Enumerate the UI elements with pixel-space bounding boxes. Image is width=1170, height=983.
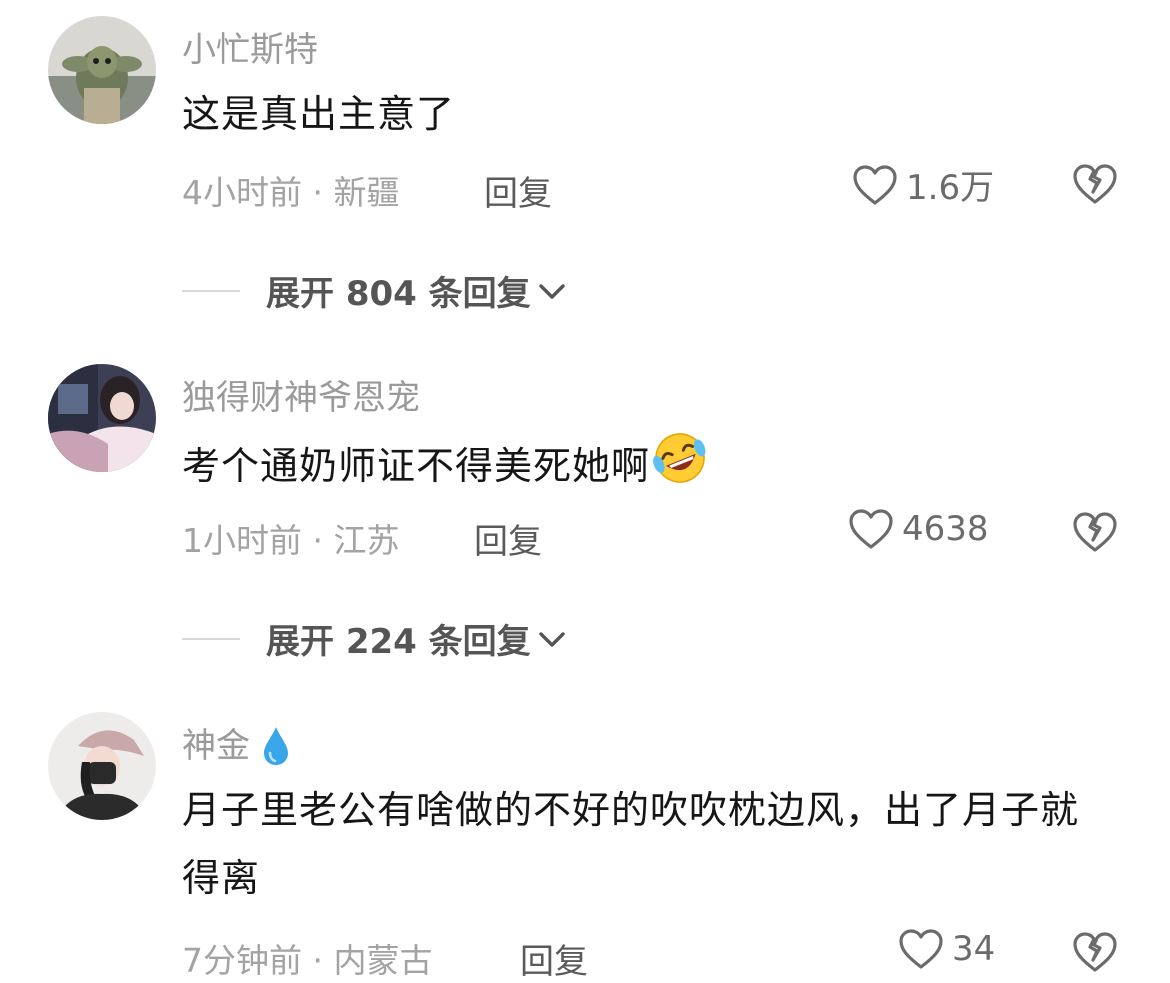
heart-outline-icon — [853, 164, 897, 205]
chevron-down-icon — [538, 631, 565, 647]
divider — [182, 289, 240, 292]
username[interactable]: 神金 — [182, 718, 291, 770]
comment-meta: 1小时前 · 江苏 — [182, 521, 400, 560]
avatar[interactable] — [48, 364, 156, 472]
like-count: 4638 — [902, 509, 989, 549]
divider — [182, 637, 240, 640]
comment-text: 月子里老公有啥做的不好的吹吹枕边风，出了月子就得离 — [182, 788, 1080, 900]
comment-text: 考个通奶师证不得美死她啊 — [182, 430, 1122, 507]
dislike-button[interactable] — [1072, 162, 1118, 208]
reply-button[interactable]: 回复 — [520, 934, 588, 983]
broken-heart-icon — [1073, 932, 1117, 972]
droplet-emoji — [261, 725, 291, 770]
username[interactable]: 独得财神爷恩宠 — [182, 370, 420, 419]
expand-replies-button[interactable]: 展开 224 条回复 — [182, 614, 567, 663]
heart-outline-icon — [849, 509, 893, 549]
dislike-button[interactable] — [1072, 510, 1118, 556]
dislike-button[interactable] — [1072, 930, 1118, 976]
heart-outline-icon — [899, 929, 943, 969]
like-button[interactable]: 4638 — [848, 508, 989, 550]
expand-replies-label: 展开 804 条回复 — [266, 274, 531, 314]
reply-button[interactable]: 回复 — [484, 166, 552, 215]
like-count: 34 — [952, 929, 996, 969]
username[interactable]: 小忙斯特 — [182, 22, 318, 71]
like-count: 1.6万 — [906, 168, 995, 208]
broken-heart-icon — [1073, 512, 1117, 552]
comment-text-body: 考个通奶师证不得美死她啊 — [182, 444, 651, 488]
comment-text: 这是真出主意了 — [182, 92, 456, 136]
comment-meta: 4小时前 · 新疆 — [182, 173, 400, 212]
expand-replies-button[interactable]: 展开 804 条回复 — [182, 266, 567, 315]
avatar[interactable] — [48, 16, 156, 124]
like-button[interactable]: 34 — [898, 928, 995, 970]
avatar[interactable] — [48, 712, 156, 820]
username-text: 神金 — [182, 726, 250, 766]
like-button[interactable]: 1.6万 — [852, 160, 994, 209]
chevron-down-icon — [538, 283, 565, 299]
broken-heart-icon — [1073, 164, 1117, 204]
rolling-on-floor-laughing-emoji — [650, 430, 710, 507]
comment-meta: 7分钟前 · 内蒙古 — [182, 941, 433, 980]
expand-replies-label: 展开 224 条回复 — [266, 622, 531, 662]
reply-button[interactable]: 回复 — [474, 514, 542, 563]
